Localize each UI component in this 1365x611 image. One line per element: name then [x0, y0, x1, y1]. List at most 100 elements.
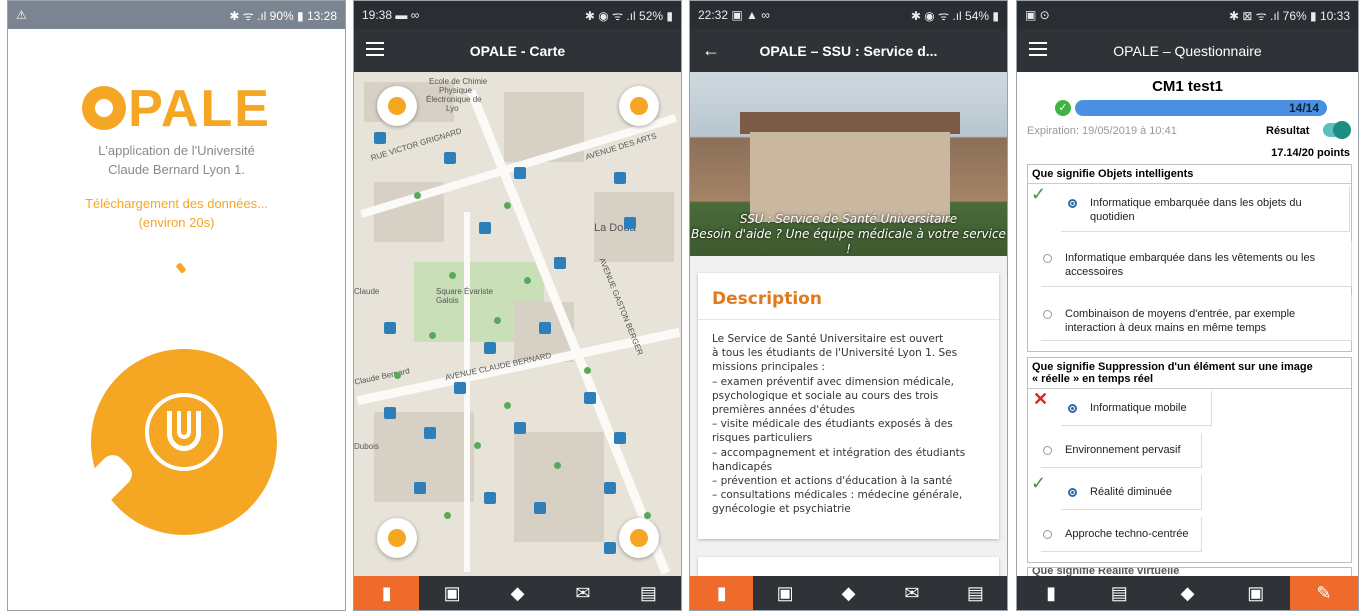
nav-map[interactable]: ▮ [1017, 576, 1085, 610]
bottom-navigation: ▮ ▣ ◆ ✉ ▤ [690, 576, 1007, 610]
building-icon[interactable] [624, 217, 636, 229]
building-icon[interactable] [384, 407, 396, 419]
building-icon[interactable] [604, 482, 616, 494]
option-label[interactable]: Approche techno-centrée [1043, 527, 1189, 541]
option-label[interactable]: Informatique embarquée dans les vêtement… [1043, 251, 1335, 279]
parking-icon[interactable] [479, 222, 491, 234]
map-icon: ▮ [716, 582, 727, 603]
bottom-navigation: ▮ ▤ ◆ ▣ ✎ [1017, 576, 1358, 610]
menu-icon[interactable] [366, 42, 384, 56]
layers-icon [630, 529, 648, 547]
map-screen: 19:38 ▬ ∞ ✱ ◉ ᯤ .ıl 52% ▮ OPALE - Carte … [353, 0, 682, 611]
map-icon: ▮ [381, 582, 392, 603]
expiration-text: Expiration: 19/05/2019 à 10:41 [1027, 125, 1177, 137]
nav-calendar[interactable]: ▣ [1222, 576, 1290, 610]
radio-selected-icon [1068, 404, 1077, 413]
option-label[interactable]: Environnement pervasif [1043, 443, 1181, 457]
radio-selected-icon [1068, 199, 1077, 208]
layers-button[interactable] [377, 86, 417, 126]
building-icon[interactable] [534, 502, 546, 514]
map-label: Claude Bernard [354, 366, 411, 387]
building-icon[interactable] [444, 152, 456, 164]
building-icon[interactable] [424, 427, 436, 439]
description-text: Le Service de Santé Universitaire est ou… [712, 333, 966, 516]
parking-icon[interactable] [604, 542, 616, 554]
nav-courses[interactable]: ◆ [485, 576, 550, 610]
photo-caption: SSU : Service de Santé Universitaire Bes… [691, 212, 1006, 256]
map-label: Électronique de [426, 95, 482, 104]
status-bar: ⚠ ✱ ᯤ .ıl 90% ▮ 13:28 [8, 1, 345, 29]
locate-icon [388, 529, 406, 547]
bottom-navigation: ▮ ▣ ◆ ✉ ▤ [354, 576, 681, 610]
school-icon: ◆ [1180, 582, 1195, 603]
map-label: Square Évariste Galois [436, 287, 493, 305]
nav-directory[interactable]: ▤ [616, 576, 681, 610]
radio-icon [1043, 530, 1052, 539]
app-bar: ← OPALE – SSU : Service d... [690, 29, 1007, 72]
map-layers-button[interactable] [619, 518, 659, 558]
school-icon: ◆ [510, 582, 525, 603]
nav-questionnaire[interactable]: ✎ [1289, 576, 1358, 610]
building-photo: SSU : Service de Santé Universitaire Bes… [690, 72, 1007, 256]
calendar-icon: ▣ [776, 582, 794, 603]
app-bar: OPALE - Carte [354, 29, 681, 72]
search-button[interactable] [619, 86, 659, 126]
university-logo-icon [91, 349, 277, 535]
menu-icon[interactable] [1029, 42, 1047, 56]
clipboard-edit-icon: ✎ [1316, 582, 1332, 603]
nav-calendar[interactable]: ▣ [419, 576, 484, 610]
progress-label: 14/14 [1288, 101, 1319, 115]
nav-mail[interactable]: ✉ [550, 576, 615, 610]
building-icon[interactable] [514, 422, 526, 434]
parking-icon[interactable] [484, 342, 496, 354]
book-icon: ▤ [639, 582, 657, 603]
nav-calendar[interactable]: ▣ [753, 576, 816, 610]
building-icon[interactable] [514, 167, 526, 179]
description-card: Description Le Service de Santé Universi… [698, 273, 999, 539]
mail-icon: ✉ [575, 582, 591, 603]
building-icon[interactable] [539, 322, 551, 334]
correct-check-icon: ✓ [1031, 184, 1047, 204]
status-bar: 22:32 ▣ ▲ ∞ ✱ ◉ ᯤ .ıl 54% ▮ [690, 1, 1007, 29]
check-circle-icon: ✓ [1055, 100, 1071, 116]
correct-check-icon: ✓ [1031, 473, 1047, 493]
locate-button[interactable] [377, 518, 417, 558]
nav-directory[interactable]: ▤ [944, 576, 1007, 610]
building-icon[interactable] [614, 172, 626, 184]
option-label[interactable]: Informatique embarquée dans les objets d… [1068, 196, 1330, 224]
school-icon [388, 97, 406, 115]
building-icon[interactable] [554, 257, 566, 269]
building-icon[interactable] [614, 432, 626, 444]
building-icon[interactable] [374, 132, 386, 144]
building-icon[interactable] [584, 392, 596, 404]
nav-map[interactable]: ▮ [354, 576, 420, 610]
parking-icon[interactable] [484, 492, 496, 504]
book-icon: ▤ [966, 582, 984, 603]
building-icon[interactable] [384, 322, 396, 334]
status-indicators: ✱ ᯤ .ıl 90% ▮ 13:28 [229, 8, 337, 23]
campus-map[interactable]: Ecole de Chimie Physique Électronique de… [354, 72, 681, 576]
detail-screen: 22:32 ▣ ▲ ∞ ✱ ◉ ᯤ .ıl 54% ▮ ← OPALE – SS… [689, 0, 1008, 611]
back-arrow-icon[interactable]: ← [702, 40, 720, 61]
option-label[interactable]: Réalité diminuée [1068, 485, 1172, 499]
calendar-icon: ▣ [1247, 582, 1265, 603]
option-label[interactable]: Informatique mobile [1068, 401, 1187, 415]
building-icon[interactable] [414, 482, 426, 494]
building-icon[interactable] [454, 382, 466, 394]
loading-spinner-icon [175, 262, 187, 274]
map-label: Dubois [354, 442, 379, 451]
map-label: Physique [439, 86, 472, 95]
score-text: 17.14/20 points [1271, 147, 1350, 159]
nav-mail[interactable]: ✉ [880, 576, 943, 610]
logo-o-icon [82, 86, 127, 131]
question-title: Que signifie Suppression d'un élément su… [1028, 358, 1351, 389]
nav-courses[interactable]: ◆ [1153, 576, 1221, 610]
result-toggle[interactable] [1323, 121, 1351, 139]
option-label[interactable]: Combinaison de moyens d'entrée, par exem… [1043, 307, 1315, 335]
page-title: OPALE – SSU : Service d... [759, 42, 938, 59]
nav-map[interactable]: ▮ [690, 576, 754, 610]
radio-selected-icon [1068, 488, 1077, 497]
search-icon [630, 97, 648, 115]
nav-courses[interactable]: ◆ [817, 576, 880, 610]
nav-directory[interactable]: ▤ [1085, 576, 1153, 610]
